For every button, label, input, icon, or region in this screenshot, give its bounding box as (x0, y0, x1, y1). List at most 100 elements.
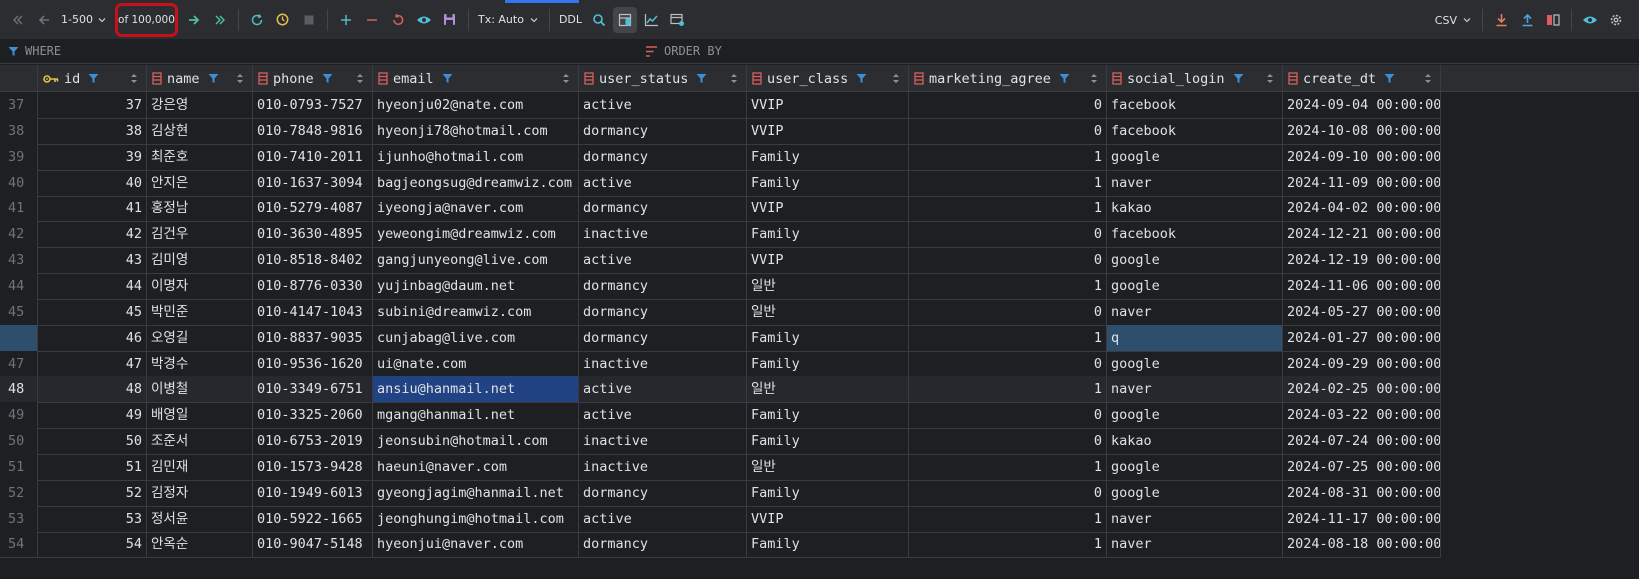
row-number[interactable]: 42 (0, 221, 38, 249)
sort-arrows-icon[interactable] (562, 73, 570, 84)
table-row[interactable]: 44 44 이명자 010-8776-0330 yujinbag@daum.net dor… (0, 272, 1509, 300)
cell-social-login[interactable]: facebook (1107, 221, 1283, 249)
cell-create-dt[interactable]: 2024-07-24 00:00:00 (1283, 428, 1441, 456)
sort-arrows-icon[interactable] (1266, 73, 1274, 84)
cell-social-login[interactable]: facebook (1107, 117, 1283, 145)
history-button[interactable] (271, 7, 295, 33)
table-row[interactable]: 49 49 배영일 010-3325-2060 mgang@hanmail.net act… (0, 402, 1509, 430)
column-header-phone[interactable]: phone (253, 65, 373, 92)
cell-phone[interactable]: 010-3325-2060 (253, 402, 373, 430)
table-row[interactable]: 39 39 최준호 010-7410-2011 ijunho@hotmail.com do… (0, 143, 1509, 171)
cell-user-class[interactable]: Family (747, 428, 909, 456)
cell-user-status[interactable]: active (579, 505, 747, 533)
cell-social-login[interactable]: q (1107, 324, 1283, 352)
cell-marketing-agree[interactable]: 1 (909, 376, 1107, 404)
cell-name[interactable]: 안옥순 (147, 531, 253, 559)
row-number[interactable]: 41 (0, 195, 38, 223)
cell-create-dt[interactable]: 2024-08-31 00:00:00 (1283, 479, 1441, 507)
cell-phone[interactable]: 010-8837-9035 (253, 324, 373, 352)
column-filter-icon[interactable] (856, 73, 867, 84)
row-number[interactable]: 40 (0, 169, 38, 197)
sort-arrows-icon[interactable] (730, 73, 738, 84)
table-settings-button[interactable] (665, 7, 689, 33)
cell-phone[interactable]: 010-3349-6751 (253, 376, 373, 404)
row-number[interactable]: 49 (0, 402, 38, 430)
sort-arrows-icon[interactable] (130, 73, 138, 84)
cell-user-status[interactable]: active (579, 402, 747, 430)
cell-social-login[interactable]: google (1107, 272, 1283, 300)
cell-name[interactable]: 김상현 (147, 117, 253, 145)
table-row[interactable]: 41 41 홍정남 010-5279-4087 iyeongja@naver.com do… (0, 195, 1509, 223)
cell-user-class[interactable]: VVIP (747, 505, 909, 533)
cell-phone[interactable]: 010-7848-9816 (253, 117, 373, 145)
cell-email[interactable]: mgang@hanmail.net (373, 402, 579, 430)
cell-name[interactable]: 강은영 (147, 92, 253, 119)
cell-email[interactable]: bagjeongsug@dreamwiz.com (373, 169, 579, 197)
table-row[interactable]: 47 47 박경수 010-9536-1620 ui@nate.com inactive F… (0, 350, 1509, 378)
row-number[interactable]: 53 (0, 505, 38, 533)
cell-phone[interactable]: 010-1573-9428 (253, 453, 373, 481)
cell-name[interactable]: 박경수 (147, 350, 253, 378)
cell-id[interactable]: 40 (38, 169, 147, 197)
column-header-id[interactable]: id (38, 65, 147, 92)
cell-marketing-agree[interactable]: 0 (909, 298, 1107, 326)
cell-marketing-agree[interactable]: 0 (909, 117, 1107, 145)
cell-id[interactable]: 37 (38, 92, 147, 119)
cell-user-class[interactable]: Family (747, 479, 909, 507)
cell-email[interactable]: ansiu@hanmail.net (373, 376, 579, 404)
cell-create-dt[interactable]: 2024-10-08 00:00:00 (1283, 117, 1441, 145)
cell-user-class[interactable]: Family (747, 324, 909, 352)
cell-social-login[interactable]: naver (1107, 169, 1283, 197)
cell-name[interactable]: 이병철 (147, 376, 253, 404)
cell-user-class[interactable]: Family (747, 169, 909, 197)
cell-social-login[interactable]: naver (1107, 531, 1283, 559)
cell-name[interactable]: 조준서 (147, 428, 253, 456)
cell-email[interactable]: subini@dreamwiz.com (373, 298, 579, 326)
row-number[interactable]: 47 (0, 350, 38, 378)
cell-email[interactable]: cunjabag@live.com (373, 324, 579, 352)
download-button[interactable] (1489, 7, 1513, 33)
table-row[interactable]: 40 40 안지은 010-1637-3094 bagjeongsug@dreamwiz… (0, 169, 1509, 197)
column-filter-icon[interactable] (1059, 73, 1070, 84)
cell-id[interactable]: 52 (38, 479, 147, 507)
cell-user-class[interactable]: Family (747, 221, 909, 249)
cell-user-status[interactable]: active (579, 169, 747, 197)
table-row[interactable]: 45 45 박민준 010-4147-1043 subini@dreamwiz.com d… (0, 298, 1509, 326)
cell-user-status[interactable]: dormancy (579, 531, 747, 559)
row-number[interactable]: 51 (0, 453, 38, 481)
cell-id[interactable]: 48 (38, 376, 147, 404)
cell-create-dt[interactable]: 2024-07-25 00:00:00 (1283, 453, 1441, 481)
cell-name[interactable]: 김건우 (147, 221, 253, 249)
cell-id[interactable]: 51 (38, 453, 147, 481)
cell-id[interactable]: 50 (38, 428, 147, 456)
column-filter-icon[interactable] (88, 73, 99, 84)
cell-social-login[interactable]: naver (1107, 376, 1283, 404)
row-number[interactable]: 37 (0, 92, 38, 119)
cell-name[interactable]: 김민재 (147, 453, 253, 481)
cell-user-status[interactable]: dormancy (579, 117, 747, 145)
cell-marketing-agree[interactable]: 1 (909, 453, 1107, 481)
cell-user-class[interactable]: 일반 (747, 272, 909, 300)
cell-marketing-agree[interactable]: 0 (909, 221, 1107, 249)
cell-name[interactable]: 정서윤 (147, 505, 253, 533)
cell-create-dt[interactable]: 2024-09-04 00:00:00 (1283, 92, 1441, 119)
column-header-email[interactable]: email (373, 65, 579, 92)
cell-create-dt[interactable]: 2024-12-21 00:00:00 (1283, 221, 1441, 249)
cell-phone[interactable]: 010-9047-5148 (253, 531, 373, 559)
cell-create-dt[interactable]: 2024-03-22 00:00:00 (1283, 402, 1441, 430)
cell-create-dt[interactable]: 2024-08-18 00:00:00 (1283, 531, 1441, 559)
table-row[interactable]: 51 51 김민재 010-1573-9428 haeuni@naver.com inac… (0, 453, 1509, 481)
cell-name[interactable]: 배영일 (147, 402, 253, 430)
cell-phone[interactable]: 010-8776-0330 (253, 272, 373, 300)
cell-social-login[interactable]: google (1107, 247, 1283, 275)
cell-social-login[interactable]: kakao (1107, 195, 1283, 223)
cell-marketing-agree[interactable]: 0 (909, 402, 1107, 430)
cell-phone[interactable]: 010-0793-7527 (253, 92, 373, 119)
cell-id[interactable]: 43 (38, 247, 147, 275)
preview-button[interactable] (412, 7, 436, 33)
cell-name[interactable]: 오영길 (147, 324, 253, 352)
cell-user-status[interactable]: active (579, 92, 747, 119)
cell-id[interactable]: 47 (38, 350, 147, 378)
cell-email[interactable]: gyeongjagim@hanmail.net (373, 479, 579, 507)
cell-marketing-agree[interactable]: 1 (909, 324, 1107, 352)
